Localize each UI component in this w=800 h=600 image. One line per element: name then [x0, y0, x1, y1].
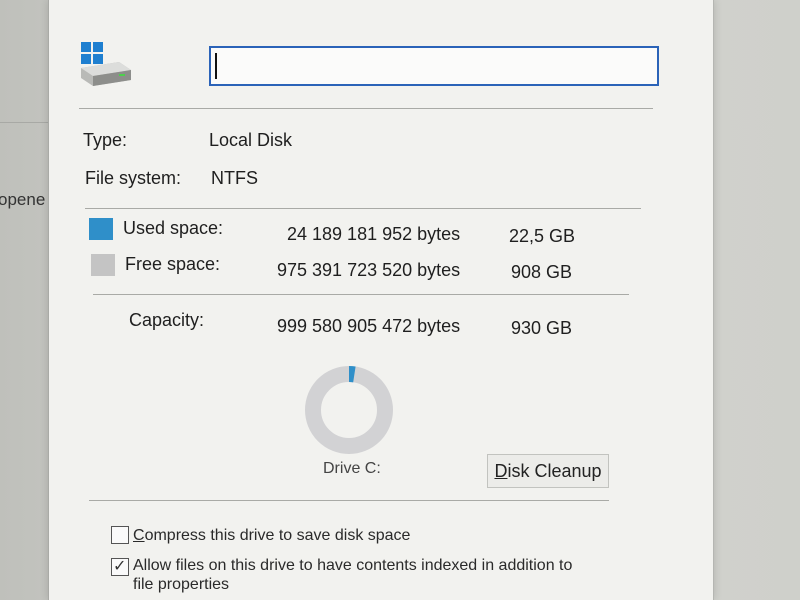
capacity-label: Capacity: — [129, 310, 205, 330]
drive-name-input[interactable] — [209, 46, 659, 86]
disk-cleanup-label: isk Cleanup — [507, 461, 602, 481]
checkmark-icon: ✓ — [113, 558, 127, 575]
used-space-bytes: 24 189 181 952 bytes — [287, 224, 461, 244]
filesystem-label: File system: — [85, 168, 182, 188]
type-label: Type: — [83, 130, 128, 150]
separator-capacity — [93, 294, 629, 295]
free-space-swatch — [91, 254, 115, 276]
compress-checkbox[interactable] — [111, 526, 129, 544]
used-space-swatch — [89, 218, 113, 240]
index-checkbox[interactable]: ✓ — [111, 558, 129, 576]
separator-bottom — [89, 500, 609, 501]
free-space-label: Free space: — [125, 254, 221, 274]
used-space-size: 22,5 GB — [509, 226, 576, 246]
capacity-bytes: 999 580 905 472 bytes — [277, 316, 461, 336]
index-label-line1[interactable]: Allow files on this drive to have conten… — [133, 557, 572, 575]
drive-label: Drive C: — [323, 460, 381, 477]
drive-properties-dialog: Type: Local Disk File system: NTFS Used … — [48, 0, 714, 600]
filesystem-value: NTFS — [211, 168, 258, 188]
text-caret — [215, 53, 217, 79]
compress-mnemonic: C — [133, 527, 145, 544]
drive-icon — [81, 42, 131, 86]
compress-text: ompress this drive to save disk space — [144, 527, 411, 544]
compress-label[interactable]: Compress this drive to save disk space — [133, 527, 410, 545]
free-space-bytes: 975 391 723 520 bytes — [277, 260, 461, 280]
used-space-label: Used space: — [123, 218, 224, 238]
separator-middle — [85, 208, 641, 209]
donut-free-segment — [305, 366, 393, 454]
usage-donut-chart — [305, 366, 393, 454]
capacity-size: 930 GB — [511, 318, 573, 338]
index-label-line2[interactable]: file properties — [133, 576, 229, 594]
separator-top — [79, 108, 653, 109]
background-partial-text: opene — [0, 190, 46, 209]
disk-cleanup-button[interactable]: Disk Cleanup — [487, 454, 609, 488]
free-space-size: 908 GB — [511, 262, 573, 282]
type-value: Local Disk — [209, 130, 293, 150]
disk-cleanup-mnemonic: D — [494, 461, 508, 481]
